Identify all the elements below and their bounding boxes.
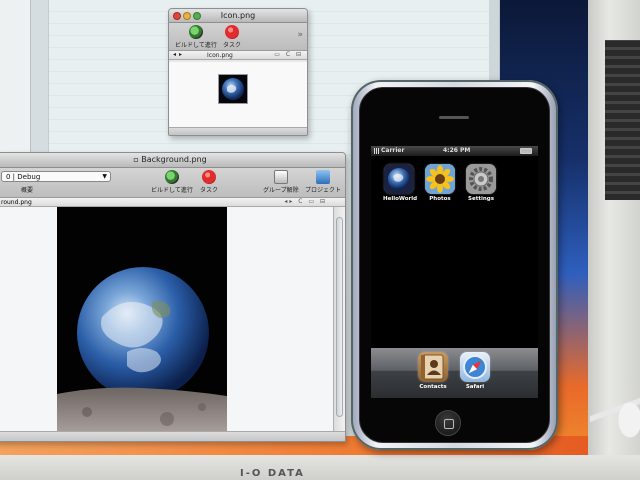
contacts-icon <box>418 352 448 382</box>
configuration-value: 0 | Debug <box>6 173 41 181</box>
app-settings[interactable]: Settings <box>465 164 497 202</box>
ungroup-label: グループ解除 <box>263 187 299 194</box>
project-button[interactable]: プロジェクト <box>305 170 341 194</box>
iphone-status-bar: Carrier 4:26 PM <box>371 146 538 156</box>
app-label: Photos <box>429 196 451 202</box>
icon-window-titlebar[interactable]: Icon.png <box>169 9 307 23</box>
app-helloworld[interactable]: HelloWorld <box>383 164 418 202</box>
ungroup-icon <box>273 170 288 184</box>
document-icon: ▫ <box>133 155 139 164</box>
compass-icon <box>460 352 490 382</box>
signal-icon <box>374 148 380 154</box>
task-label: タスク <box>223 42 242 49</box>
iphone-dock: Contacts Safari <box>371 348 538 398</box>
project-icon <box>316 170 330 184</box>
hammer-icon <box>188 25 203 39</box>
monitor-bezel-bottom <box>0 455 640 480</box>
build-and-go-label: ビルドして進行 <box>151 187 193 194</box>
home-button[interactable] <box>435 410 461 436</box>
task-stop-button[interactable]: タスク <box>200 170 218 194</box>
build-and-go-label: ビルドして進行 <box>175 42 217 49</box>
overview-label: 概要 <box>21 187 34 194</box>
app-contacts[interactable]: Contacts <box>415 352 451 390</box>
hammer-icon <box>164 170 179 184</box>
scrollbar-thumb[interactable] <box>336 217 343 417</box>
icon-image-window: Icon.png ビルドして進行 タスク » ◂▸ Icon.png ▭ C ⊟ <box>168 8 308 136</box>
app-label: Settings <box>468 196 494 202</box>
background-shelf <box>605 40 640 200</box>
configuration-select[interactable]: 0 | Debug ▼ <box>1 171 111 182</box>
earth-over-moon-image <box>57 207 227 432</box>
background-window-title: ▫ Background.png <box>0 155 345 164</box>
editor-gutter <box>31 0 49 160</box>
photo-scene: Icon.png ビルドして進行 タスク » ◂▸ Icon.png ▭ C ⊟ <box>0 0 640 480</box>
background-window-toolbar: 0 | Debug ▼ 概要 ビルドして進行 タスク グループ解除 プロジェクト <box>0 168 345 198</box>
stop-icon <box>225 25 239 39</box>
icon-window-title: Icon.png <box>220 11 256 20</box>
earpiece-speaker <box>439 116 469 119</box>
task-label: タスク <box>200 187 219 194</box>
chevron-down-icon: ▼ <box>102 173 107 180</box>
horizontal-scrollbar[interactable] <box>0 431 345 441</box>
icon-path-filename[interactable]: Icon.png <box>207 52 233 59</box>
monitor-brand-logo: I-O DATA <box>240 468 305 479</box>
nav-arrows-icon[interactable]: ◂▸ <box>173 51 185 58</box>
vertical-scrollbar[interactable] <box>333 207 345 431</box>
app-safari[interactable]: Safari <box>457 352 493 390</box>
iphone-screen: Carrier 4:26 PM HelloWorld Photos Settin… <box>371 146 538 398</box>
build-and-go-button[interactable]: ビルドして進行 <box>175 25 217 49</box>
build-and-go-button[interactable]: ビルドして進行 <box>151 170 193 194</box>
app-photos[interactable]: Photos <box>424 164 456 202</box>
left-sidebar-window <box>0 0 32 160</box>
icon-window-pathbar: ◂▸ Icon.png ▭ C ⊟ <box>169 51 307 60</box>
clock-label: 4:26 PM <box>443 147 471 154</box>
background-window-title-text: Background.png <box>141 155 207 164</box>
pathbar-tools-icon[interactable]: ◂▸ C ▭ ⊟ <box>284 198 327 205</box>
gear-icon <box>466 164 496 194</box>
app-label: Safari <box>465 384 485 390</box>
icon-image-canvas <box>169 62 307 127</box>
battery-icon <box>520 148 532 154</box>
task-stop-button[interactable]: タスク <box>223 25 241 49</box>
iphone-device: Carrier 4:26 PM HelloWorld Photos Settin… <box>351 80 558 450</box>
project-label: プロジェクト <box>305 187 342 194</box>
icon-window-statusbar <box>169 127 307 135</box>
sunflower-icon <box>425 164 455 194</box>
earth-icon <box>384 164 414 194</box>
icon-window-toolbar: ビルドして進行 タスク » <box>169 23 307 51</box>
carrier-label: Carrier <box>381 147 405 154</box>
app-label: HelloWorld <box>383 196 418 202</box>
background-window-titlebar[interactable]: ▫ Background.png <box>0 153 345 168</box>
background-image-canvas <box>0 207 333 432</box>
earth-thumbnail-image <box>218 74 248 104</box>
background-image-window: ▫ Background.png 0 | Debug ▼ 概要 ビルドして進行 … <box>0 152 346 442</box>
stop-icon <box>202 170 216 184</box>
toolbar-overflow-icon[interactable]: » <box>297 30 303 40</box>
background-path-filename[interactable]: round.png <box>1 199 32 206</box>
ungroup-button[interactable]: グループ解除 <box>263 170 299 194</box>
pathbar-tools-icon[interactable]: ▭ C ⊟ <box>274 51 303 58</box>
app-label: Contacts <box>419 384 447 390</box>
background-window-pathbar: round.png ◂▸ C ▭ ⊟ <box>0 198 345 207</box>
